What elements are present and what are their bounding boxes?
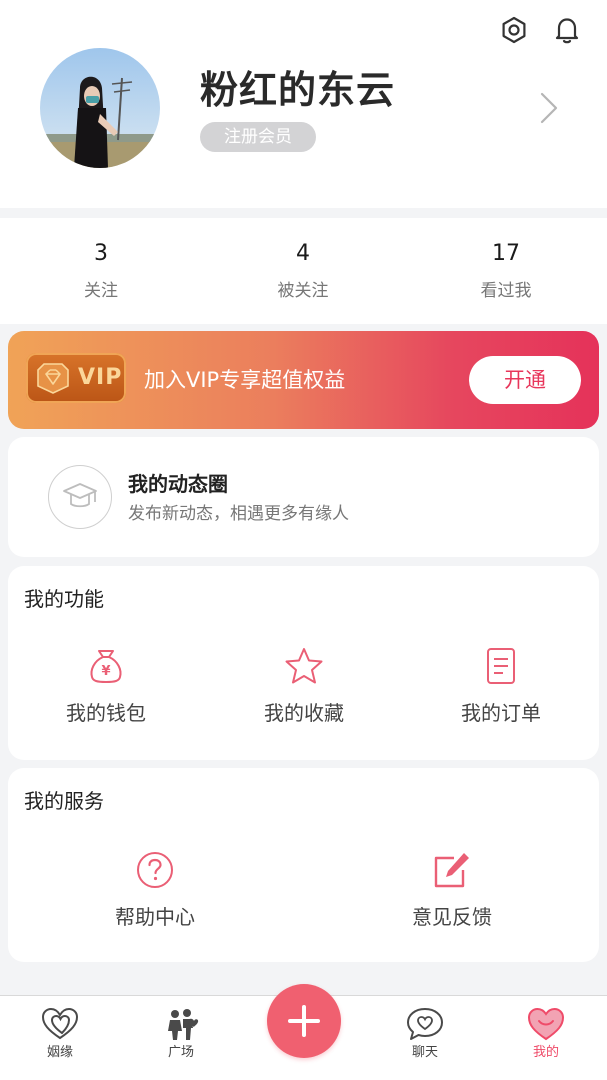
moments-subtitle: 发布新动态，相遇更多有缘人	[128, 504, 349, 524]
tab-mine[interactable]: 我的	[506, 1006, 586, 1062]
heart-face-icon	[527, 1007, 565, 1041]
hearts-icon	[41, 1007, 79, 1040]
stat-followers-count: 4	[296, 241, 310, 266]
stats-row: 3 关注 4 被关注 17 看过我	[0, 218, 607, 324]
tab-square-label: 广场	[167, 1045, 194, 1060]
help-icon	[137, 852, 173, 888]
wallet-label: 我的钱包	[66, 701, 146, 725]
stat-followers[interactable]: 4 被关注	[233, 240, 373, 302]
tab-marriage-label: 姻缘	[46, 1045, 73, 1060]
couple-icon	[168, 1009, 199, 1040]
avatar[interactable]	[40, 48, 160, 168]
tab-mine-label: 我的	[532, 1045, 559, 1060]
orders-item[interactable]: 我的订单	[431, 646, 571, 736]
help-center-label: 帮助中心	[115, 905, 195, 929]
wallet-icon: ¥	[90, 650, 122, 683]
vip-badge-label: VIP	[78, 365, 123, 390]
moments-title: 我的动态圈	[128, 472, 228, 496]
stat-visitors-label: 看过我	[480, 281, 532, 301]
diamond-shield-icon	[37, 363, 69, 394]
favorites-item[interactable]: 我的收藏	[234, 646, 374, 736]
stat-visitors[interactable]: 17 看过我	[436, 240, 576, 302]
feedback-label: 意见反馈	[412, 905, 492, 929]
wallet-item[interactable]: ¥ 我的钱包	[36, 646, 176, 736]
star-icon	[285, 648, 323, 684]
vip-badge: VIP	[26, 353, 126, 403]
feedback-icon	[434, 853, 469, 888]
services-card: 我的服务 帮助中心 意见反馈	[8, 768, 599, 962]
notification-bell-icon[interactable]	[551, 14, 583, 46]
functions-card: 我的功能 ¥ 我的钱包 我的收藏 我的订单	[8, 566, 599, 760]
vip-activate-button[interactable]: 开通	[469, 356, 581, 404]
vip-banner[interactable]: VIP 加入VIP专享超值权益 开通	[8, 331, 599, 429]
services-title: 我的服务	[24, 789, 104, 813]
plus-icon	[288, 1005, 320, 1037]
settings-icon[interactable]	[498, 14, 530, 46]
orders-label: 我的订单	[461, 701, 541, 725]
stat-following-label: 关注	[84, 281, 118, 301]
order-icon	[487, 648, 515, 684]
stat-followers-label: 被关注	[277, 281, 329, 301]
stat-visitors-count: 17	[492, 241, 520, 266]
chat-heart-icon	[407, 1008, 443, 1040]
feedback-item[interactable]: 意见反馈	[382, 850, 522, 940]
chevron-right-icon[interactable]	[534, 88, 562, 128]
tab-chat-label: 聊天	[411, 1045, 438, 1060]
help-center-item[interactable]: 帮助中心	[85, 850, 225, 940]
stat-following-count: 3	[94, 241, 108, 266]
avatar-photo	[40, 48, 160, 168]
add-post-button[interactable]	[267, 984, 341, 1058]
tab-square[interactable]: 广场	[141, 1006, 221, 1062]
moments-card[interactable]: 我的动态圈 发布新动态，相遇更多有缘人	[8, 437, 599, 557]
vip-promo-text: 加入VIP专享超值权益	[144, 368, 346, 392]
tab-marriage[interactable]: 姻缘	[20, 1006, 100, 1062]
tab-chat[interactable]: 聊天	[385, 1006, 465, 1062]
graduation-cap-icon	[63, 483, 97, 508]
member-level-badge: 注册会员	[200, 122, 316, 152]
username: 粉红的东云	[200, 68, 396, 112]
stat-following[interactable]: 3 关注	[31, 240, 171, 302]
profile-header: 粉红的东云 注册会员	[0, 0, 607, 208]
svg-text:¥: ¥	[101, 664, 110, 679]
moments-icon-circle	[48, 465, 112, 529]
functions-title: 我的功能	[24, 587, 104, 611]
favorites-label: 我的收藏	[264, 701, 344, 725]
